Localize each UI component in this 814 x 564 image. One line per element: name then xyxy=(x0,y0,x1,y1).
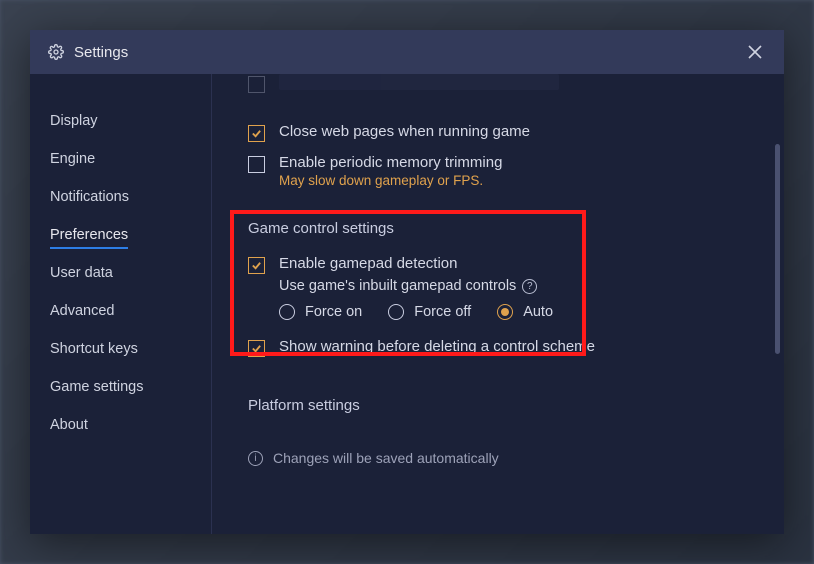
sidebar: Display Engine Notifications Preferences… xyxy=(30,74,212,534)
radio-force-on[interactable]: Force on xyxy=(279,304,362,320)
sidebar-item-about[interactable]: About xyxy=(30,406,211,444)
radio-auto[interactable]: Auto xyxy=(497,304,553,320)
option-close-web-pages: Close web pages when running game xyxy=(248,117,748,148)
scrollbar-thumb[interactable] xyxy=(775,144,780,354)
help-icon[interactable]: ? xyxy=(522,279,537,294)
info-icon: i xyxy=(248,451,263,466)
checkbox-periodic-trimming[interactable] xyxy=(248,156,265,173)
checkbox-enable-gamepad[interactable] xyxy=(248,257,265,274)
sidebar-item-game-settings[interactable]: Game settings xyxy=(30,368,211,406)
option-warning: May slow down gameplay or FPS. xyxy=(279,173,502,188)
option-label: Enable periodic memory trimming xyxy=(279,154,502,171)
section-game-control: Game control settings xyxy=(248,220,748,237)
option-label: Enable gamepad detection xyxy=(279,255,748,272)
radio-force-off[interactable]: Force off xyxy=(388,304,471,320)
sidebar-item-shortcut-keys[interactable]: Shortcut keys xyxy=(30,330,211,368)
option-label: Show warning before deleting a control s… xyxy=(279,338,595,355)
radio-group-gamepad-mode: Force on Force off Auto xyxy=(279,304,748,320)
option-row-cutoff xyxy=(248,74,748,99)
titlebar: Settings xyxy=(30,30,784,74)
gear-icon xyxy=(48,44,64,60)
sub-label-inbuilt: Use game's inbuilt gamepad controls ? xyxy=(279,278,748,294)
checkbox[interactable] xyxy=(248,76,265,93)
option-periodic-trimming: Enable periodic memory trimming May slow… xyxy=(248,148,748,194)
option-label: Close web pages when running game xyxy=(279,123,530,140)
checkbox-show-warning[interactable] xyxy=(248,340,265,357)
footer-note: i Changes will be saved automatically xyxy=(248,450,748,466)
sidebar-item-preferences[interactable]: Preferences xyxy=(30,216,211,254)
sidebar-item-display[interactable]: Display xyxy=(30,102,211,140)
sidebar-item-notifications[interactable]: Notifications xyxy=(30,178,211,216)
settings-modal: Settings Display Engine Notifications Pr… xyxy=(30,30,784,534)
sidebar-item-advanced[interactable]: Advanced xyxy=(30,292,211,330)
sidebar-item-user-data[interactable]: User data xyxy=(30,254,211,292)
sidebar-item-engine[interactable]: Engine xyxy=(30,140,211,178)
modal-title: Settings xyxy=(74,44,128,61)
option-enable-gamepad: Enable gamepad detection Use game's inbu… xyxy=(248,249,748,326)
settings-content: Close web pages when running game Enable… xyxy=(212,74,784,534)
checkbox-close-web-pages[interactable] xyxy=(248,125,265,142)
close-button[interactable] xyxy=(744,41,766,63)
option-show-warning: Show warning before deleting a control s… xyxy=(248,332,748,363)
section-platform: Platform settings xyxy=(248,397,748,414)
